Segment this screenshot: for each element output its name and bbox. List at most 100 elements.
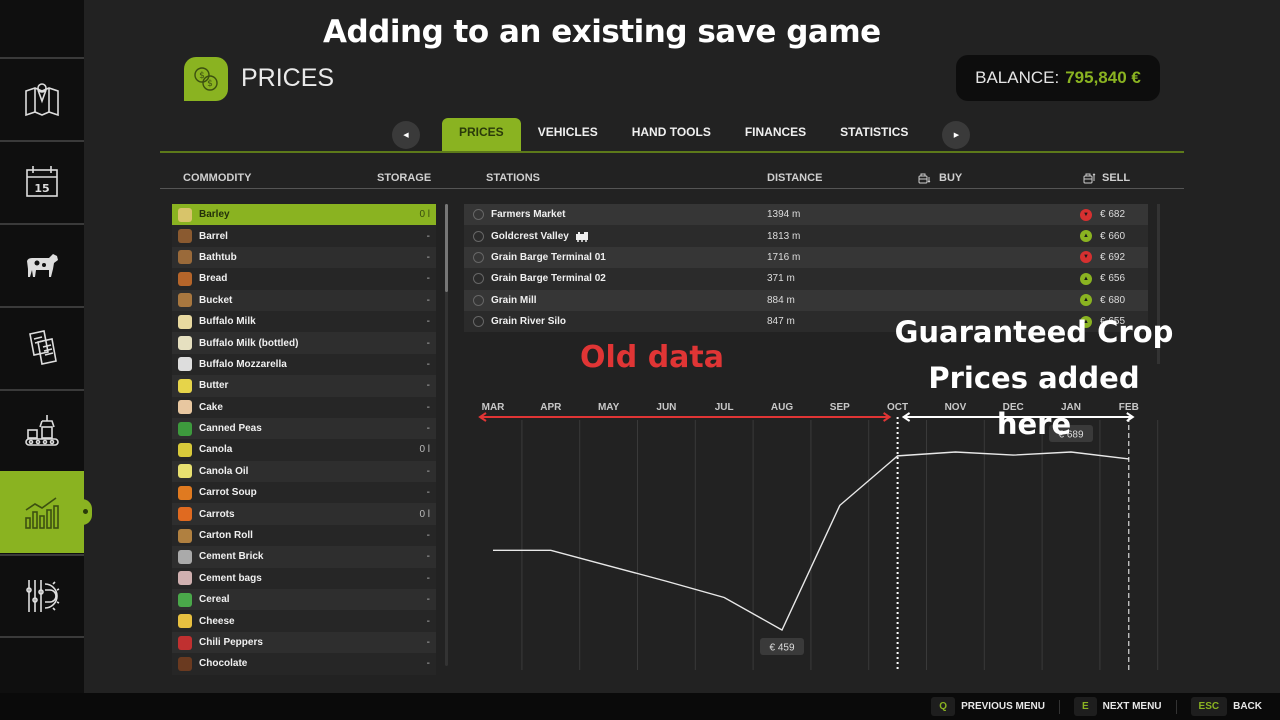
commodity-row[interactable]: Chocolate - [172, 653, 436, 675]
sidebar-item-settings[interactable] [0, 554, 84, 636]
svg-text:$: $ [199, 71, 205, 81]
commodity-row[interactable]: Canola Oil - [172, 460, 436, 483]
commodity-scroll-thumb[interactable] [445, 204, 448, 292]
commodity-row[interactable]: Barley 0 l [172, 204, 436, 226]
tab-next-button[interactable]: ▶ [942, 121, 971, 149]
sidebar-item-production[interactable] [0, 389, 84, 471]
commodity-icon [178, 464, 192, 479]
commodity-storage: - [426, 358, 430, 370]
station-sell-price: € 680 [1100, 294, 1126, 306]
commodity-name: Canola Oil [199, 465, 249, 477]
commodity-storage: - [426, 273, 430, 285]
buy-icon [918, 173, 931, 184]
footer-separator [1175, 699, 1177, 714]
sidebar-item-contracts[interactable] [0, 306, 84, 388]
footer-action-label[interactable]: BACK [1233, 701, 1262, 712]
commodity-row[interactable]: Carrot Soup - [172, 482, 436, 504]
commodity-row[interactable]: Buffalo Mozzarella - [172, 353, 436, 376]
commodity-scrollbar[interactable] [445, 204, 448, 666]
commodity-icon [178, 314, 192, 329]
station-row[interactable]: Grain Barge Terminal 01 1716 m ▼ € 692 [464, 246, 1148, 269]
active-indicator [83, 509, 88, 514]
trend-up-icon: ▲ [1080, 230, 1092, 243]
commodity-storage: - [426, 401, 430, 413]
sell-icon [1083, 173, 1096, 184]
commodity-name: Bucket [199, 294, 233, 306]
commodity-storage: - [426, 316, 430, 328]
commodity-row[interactable]: Bathtub - [172, 246, 436, 269]
commodity-storage: 0 l [419, 209, 430, 221]
commodity-row[interactable]: Cheese - [172, 610, 436, 632]
settings-icon [26, 580, 60, 612]
commodity-row[interactable]: Canola 0 l [172, 439, 436, 461]
commodity-storage: 0 l [419, 508, 430, 520]
commodity-icon [178, 549, 192, 564]
tab-prev-button[interactable]: ◀ [392, 121, 420, 149]
sidebar-item-prices[interactable] [0, 471, 92, 553]
commodity-name: Butter [199, 380, 229, 392]
commodity-row[interactable]: Canned Peas - [172, 417, 436, 440]
commodity-icon [178, 250, 192, 265]
column-stations: STATIONS [486, 172, 540, 184]
tab-statistics[interactable]: STATISTICS [823, 118, 925, 152]
commodity-icon [178, 357, 192, 372]
commodity-icon [178, 614, 192, 629]
commodity-storage: - [426, 230, 430, 242]
commodity-icon [178, 442, 192, 457]
footer-key-q[interactable]: Q [931, 697, 956, 716]
station-row[interactable]: Farmers Market 1394 m ▼ € 682 [464, 204, 1148, 226]
tab-prices[interactable]: PRICES [442, 118, 521, 152]
history-icon [473, 294, 484, 306]
tab-vehicles[interactable]: VEHICLES [521, 118, 615, 152]
column-storage: STORAGE [377, 172, 432, 184]
commodity-storage: - [426, 594, 430, 606]
commodity-row[interactable]: Cement Brick - [172, 546, 436, 568]
station-name: Farmers Market [491, 209, 566, 221]
tab-finances[interactable]: FINANCES [728, 118, 823, 152]
commodity-row[interactable]: Barrel - [172, 225, 436, 247]
footer-action-label[interactable]: PREVIOUS MENU [961, 701, 1045, 712]
x-tick-label: SEP [830, 402, 850, 413]
commodity-name: Canola [199, 444, 233, 456]
commodity-row[interactable]: Buffalo Milk - [172, 310, 436, 333]
station-row[interactable]: Grain Mill 884 m ▲ € 680 [464, 289, 1148, 311]
footer-action-label[interactable]: NEXT MENU [1103, 701, 1162, 712]
column-commodity: COMMODITY [183, 172, 252, 184]
commodity-row[interactable]: Bread - [172, 268, 436, 290]
sell-label: SELL [1102, 172, 1131, 184]
commodity-row[interactable]: Bucket - [172, 289, 436, 311]
sidebar-item-calendar[interactable]: 15 [0, 140, 84, 222]
station-sell-price: € 660 [1100, 230, 1126, 242]
commodity-row[interactable]: Chili Peppers - [172, 631, 436, 654]
commodity-icon [178, 592, 192, 607]
footer-key-e[interactable]: E [1073, 697, 1097, 716]
commodity-storage: - [426, 637, 430, 648]
tab-hand-tools[interactable]: HAND TOOLS [615, 118, 728, 152]
commodity-row[interactable]: Carrots 0 l [172, 503, 436, 525]
commodity-name: Cheese [199, 615, 235, 627]
commodity-row[interactable]: Cement bags - [172, 567, 436, 590]
station-row[interactable]: Goldcrest Valley 1813 m ▲ € 660 [464, 225, 1148, 247]
commodity-row[interactable]: Carton Roll - [172, 524, 436, 547]
commodity-storage: - [426, 658, 430, 670]
commodity-row[interactable]: Butter - [172, 375, 436, 397]
commodity-row[interactable]: Buffalo Milk (bottled) - [172, 332, 436, 354]
column-sell: SELL [1083, 172, 1130, 184]
x-tick-label: JUL [715, 402, 734, 413]
station-name: Grain Barge Terminal 01 [491, 251, 606, 263]
commodity-name: Canned Peas [199, 423, 262, 435]
footer-key-esc[interactable]: ESC [1190, 697, 1228, 716]
commodity-storage: - [426, 551, 430, 563]
commodity-storage: - [426, 251, 430, 263]
commodity-row[interactable]: Cake - [172, 396, 436, 418]
tab-divider [160, 151, 1184, 153]
trend-down-icon: ▼ [1080, 208, 1092, 221]
station-name: Grain Barge Terminal 02 [491, 273, 606, 285]
station-row[interactable]: Grain Barge Terminal 02 371 m ▲ € 656 [464, 268, 1148, 290]
commodity-row[interactable]: Cereal - [172, 589, 436, 611]
header-divider [160, 188, 1184, 189]
station-sell-price: € 692 [1100, 251, 1126, 263]
sidebar-item-animals[interactable] [0, 223, 84, 305]
x-tick-label: AUG [771, 402, 793, 413]
sidebar-item-map[interactable] [0, 57, 84, 139]
